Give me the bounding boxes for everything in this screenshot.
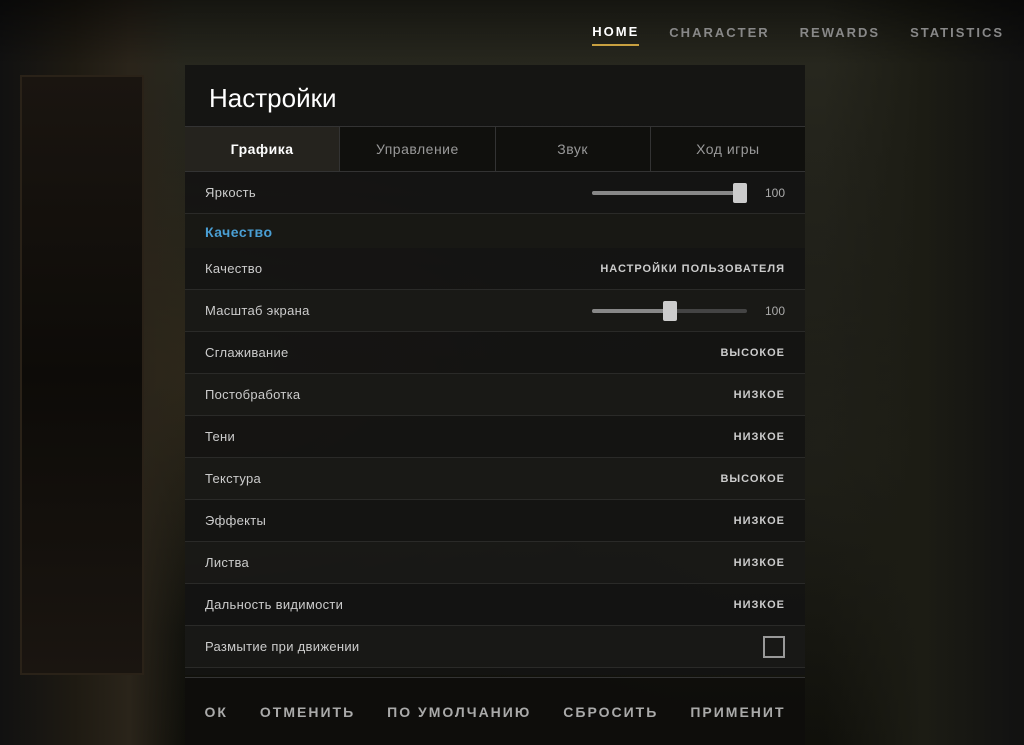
view-distance-row: Дальность видимости НИЗКОЕ [185,584,805,626]
nav-item-statistics[interactable]: STATISTICS [910,20,1004,45]
bg-right-panel [824,0,1024,745]
scale-slider-thumb[interactable] [663,301,677,321]
brightness-slider-track[interactable] [592,191,747,195]
quality-label: Качество [205,261,262,276]
antialiasing-row: Сглаживание ВЫСОКОЕ [185,332,805,374]
shadows-value[interactable]: НИЗКОЕ [734,431,785,443]
scale-slider-fill [592,309,670,313]
scale-label: Масштаб экрана [205,303,310,318]
nav-item-home[interactable]: HOME [592,19,639,46]
nav-items-container: HOME CHARACTER REWARDS STATISTICS [592,19,1004,46]
postprocessing-label: Постобработка [205,387,300,402]
motion-blur-label: Размытие при движении [205,639,359,654]
foliage-label: Листва [205,555,249,570]
brightness-slider-container: 100 [592,186,785,200]
vsync-row: Вертикальная синхронизация [185,668,805,675]
motion-blur-checkbox[interactable] [763,636,785,658]
view-distance-label: Дальность видимости [205,597,343,612]
view-distance-value[interactable]: НИЗКОЕ [734,599,785,611]
default-button[interactable]: ПО УМОЛЧАНИЮ [383,698,535,726]
settings-title: Настройки [185,65,805,127]
foliage-value[interactable]: НИЗКОЕ [734,557,785,569]
quality-row: Качество НАСТРОЙКИ ПОЛЬЗОВАТЕЛЯ [185,248,805,290]
nav-item-rewards[interactable]: REWARDS [800,20,880,45]
antialiasing-label: Сглаживание [205,345,289,360]
ok-button[interactable]: ОК [200,698,231,726]
texture-label: Текстура [205,471,261,486]
scale-slider-container: 100 [592,304,785,318]
effects-value[interactable]: НИЗКОЕ [734,515,785,527]
tab-sound[interactable]: Звук [496,127,651,171]
quality-value[interactable]: НАСТРОЙКИ ПОЛЬЗОВАТЕЛЯ [600,263,785,275]
brightness-slider-fill [592,191,747,195]
scale-slider-track[interactable] [592,309,747,313]
shadows-label: Тени [205,429,235,444]
bottom-bar: ОК ОТМЕНИТЬ ПО УМОЛЧАНИЮ СБРОСИТЬ ПРИМЕН… [185,677,805,745]
apply-button[interactable]: ПРИМЕНИТ [686,698,789,726]
antialiasing-value[interactable]: ВЫСОКОЕ [720,347,785,359]
scale-row: Масштаб экрана 100 [185,290,805,332]
brightness-row: Яркость 100 [185,172,805,214]
settings-panel: Настройки Графика Управление Звук Ход иг… [185,65,805,675]
cancel-button[interactable]: ОТМЕНИТЬ [256,698,359,726]
postprocessing-value[interactable]: НИЗКОЕ [734,389,785,401]
settings-content: Яркость 100 Качество Качество НАСТРОЙКИ … [185,172,805,675]
shadows-row: Тени НИЗКОЕ [185,416,805,458]
foliage-row: Листва НИЗКОЕ [185,542,805,584]
effects-label: Эффекты [205,513,266,528]
reset-button[interactable]: СБРОСИТЬ [559,698,662,726]
effects-row: Эффекты НИЗКОЕ [185,500,805,542]
texture-value[interactable]: ВЫСОКОЕ [720,473,785,485]
quality-section-header: Качество [185,214,805,248]
quality-section-label: Качество [205,224,273,240]
bg-left-panel [0,0,185,745]
settings-tabs: Графика Управление Звук Ход игры [185,127,805,172]
texture-row: Текстура ВЫСОКОЕ [185,458,805,500]
top-navigation: HOME CHARACTER REWARDS STATISTICS [0,0,1024,65]
nav-item-character[interactable]: CHARACTER [669,20,769,45]
brightness-value: 100 [755,186,785,200]
tab-graphics[interactable]: Графика [185,127,340,171]
postprocessing-row: Постобработка НИЗКОЕ [185,374,805,416]
motion-blur-row: Размытие при движении [185,626,805,668]
brightness-label: Яркость [205,185,256,200]
tab-gameplay[interactable]: Ход игры [651,127,805,171]
scale-value: 100 [755,304,785,318]
tab-controls[interactable]: Управление [340,127,495,171]
brightness-slider-thumb[interactable] [733,183,747,203]
